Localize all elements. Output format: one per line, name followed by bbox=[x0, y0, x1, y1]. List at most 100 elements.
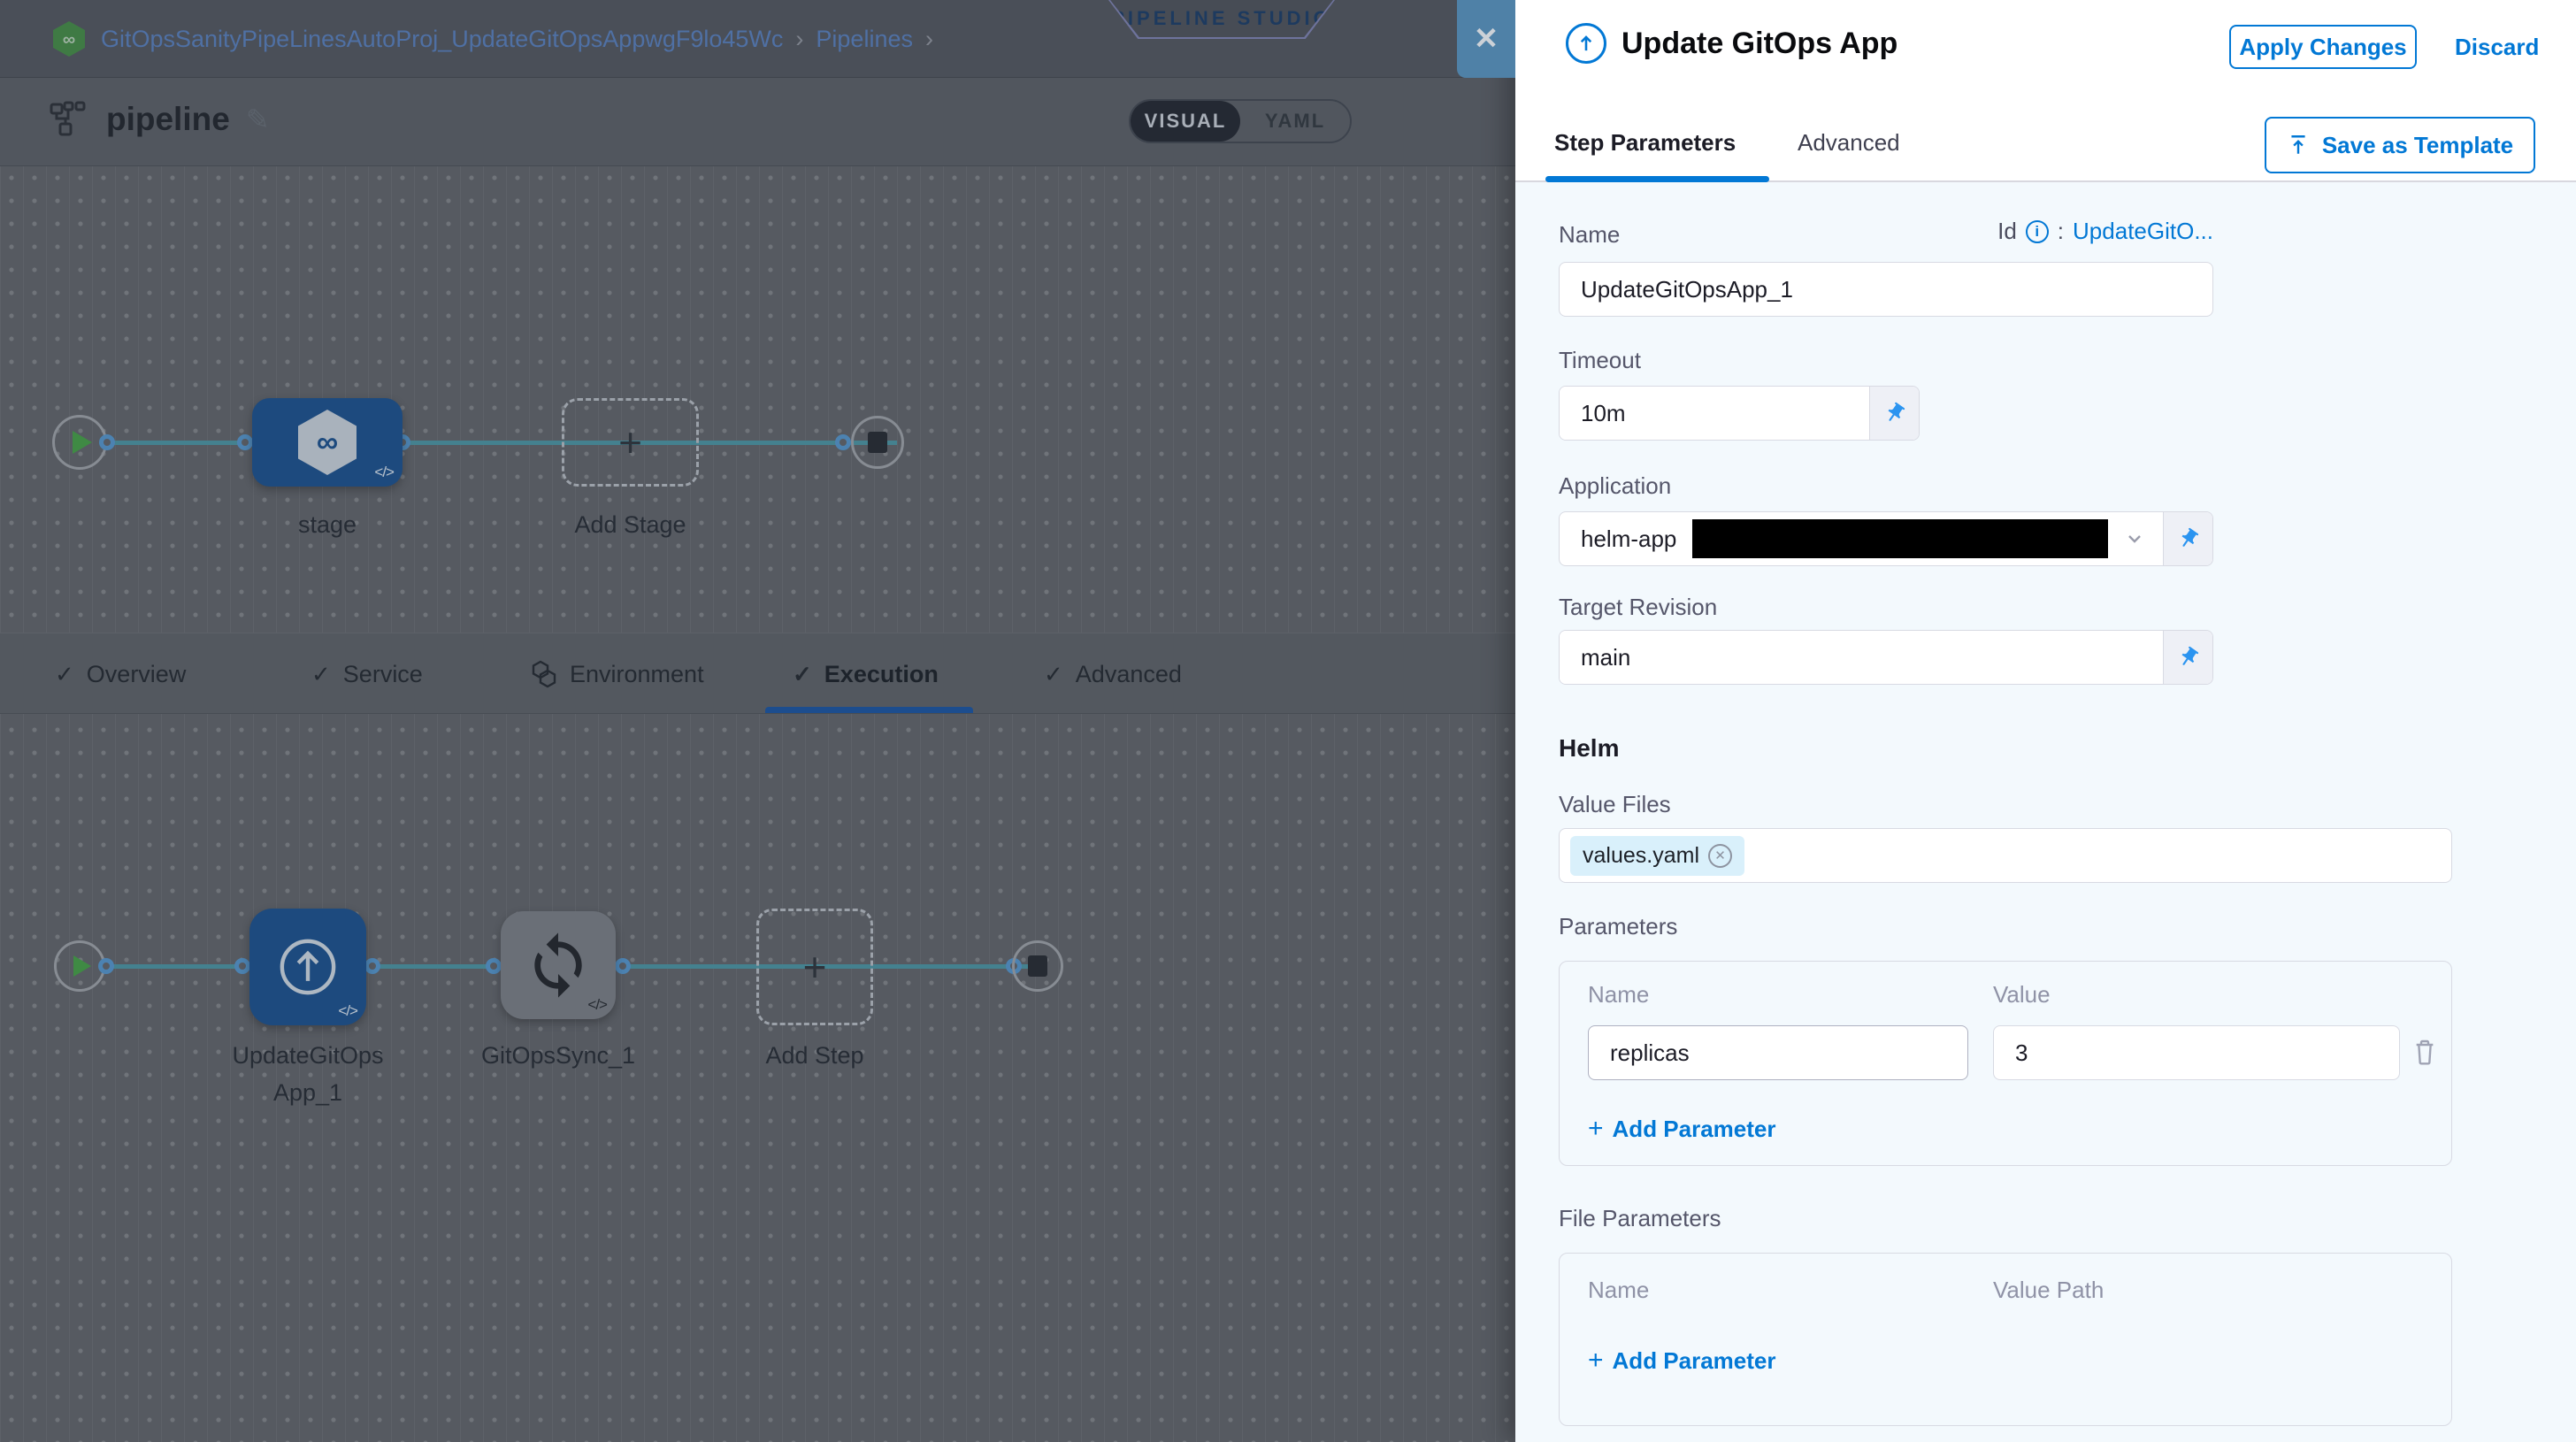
stop-icon bbox=[1028, 955, 1047, 977]
param-name-header: Name bbox=[1588, 981, 1649, 1009]
pipeline-studio-dimmed-area: ∞ GitOpsSanityPipeLinesAutoProj_UpdateGi… bbox=[0, 0, 1515, 1442]
pipeline-flowchart-icon bbox=[50, 101, 90, 138]
tab-advanced[interactable]: ✓ Advanced bbox=[1044, 633, 1182, 715]
tab-environment[interactable]: Environment bbox=[531, 633, 704, 715]
info-icon[interactable]: i bbox=[2026, 220, 2049, 243]
trash-icon bbox=[2411, 1036, 2439, 1068]
chevron-down-icon bbox=[2124, 528, 2145, 549]
pipeline-canvas bbox=[0, 166, 1515, 1442]
tab-step-parameters[interactable]: Step Parameters bbox=[1554, 104, 1736, 180]
plus-icon: + bbox=[1588, 1114, 1604, 1144]
target-revision-input[interactable] bbox=[1560, 631, 2163, 684]
tab-advanced[interactable]: Advanced bbox=[1798, 104, 1900, 180]
parameters-label: Parameters bbox=[1559, 913, 1677, 940]
add-stage-node[interactable]: + bbox=[562, 398, 699, 487]
active-tab-underline bbox=[1545, 176, 1769, 182]
check-icon: ✓ bbox=[311, 661, 331, 688]
check-icon: ✓ bbox=[1044, 661, 1063, 688]
delete-row-button[interactable] bbox=[2411, 1036, 2439, 1068]
active-tab-underline bbox=[765, 707, 973, 713]
yaml-badge-icon: </> bbox=[374, 464, 394, 481]
id-row: Id i : UpdateGitO... bbox=[1997, 218, 2213, 245]
pin-button[interactable] bbox=[1869, 387, 1919, 440]
step-row-end-node[interactable] bbox=[1012, 940, 1063, 992]
edit-pencil-icon[interactable]: ✎ bbox=[246, 103, 270, 136]
fp-name-header: Name bbox=[1588, 1277, 1649, 1304]
toggle-yaml[interactable]: YAML bbox=[1240, 101, 1350, 142]
add-step-node[interactable]: + bbox=[756, 909, 873, 1025]
param-value-input[interactable] bbox=[1993, 1025, 2400, 1080]
add-stage-label: Add Stage bbox=[548, 506, 712, 543]
panel-tabs: Step Parameters Advanced Save as Templat… bbox=[1515, 104, 2576, 182]
visual-yaml-toggle: VISUAL YAML bbox=[1129, 99, 1352, 143]
fp-value-path-header: Value Path bbox=[1993, 1277, 2104, 1304]
plus-icon: + bbox=[618, 418, 642, 466]
application-field: helm-app bbox=[1559, 511, 2213, 566]
breadcrumb: ∞ GitOpsSanityPipeLinesAutoProj_UpdateGi… bbox=[50, 19, 933, 58]
connector-port bbox=[237, 434, 253, 450]
add-parameter-button[interactable]: + Add Parameter bbox=[1588, 1114, 1776, 1144]
value-files-input[interactable]: values.yaml ✕ bbox=[1559, 828, 2452, 883]
play-icon bbox=[73, 955, 91, 977]
pin-button[interactable] bbox=[2163, 512, 2212, 565]
plus-icon: + bbox=[1588, 1346, 1604, 1376]
breadcrumb-pipelines-link[interactable]: Pipelines bbox=[816, 26, 913, 53]
param-name-input[interactable] bbox=[1588, 1025, 1968, 1080]
file-parameters-card: Name Value Path + Add Parameter bbox=[1559, 1253, 2452, 1426]
timeout-label: Timeout bbox=[1559, 347, 1641, 374]
plus-icon: + bbox=[803, 943, 827, 991]
value-file-chip: values.yaml ✕ bbox=[1570, 836, 1744, 876]
stage-tabs-strip: ✓ Overview ✓ Service Environment ✓ Execu… bbox=[0, 633, 1515, 714]
pin-icon bbox=[1878, 397, 1910, 429]
toggle-visual[interactable]: VISUAL bbox=[1131, 101, 1240, 142]
add-step-label: Add Step bbox=[756, 1037, 873, 1074]
apply-changes-button[interactable]: Apply Changes bbox=[2229, 25, 2417, 69]
stage-node[interactable]: ∞ </> bbox=[252, 398, 402, 487]
name-input[interactable] bbox=[1559, 262, 2213, 317]
tab-service[interactable]: ✓ Service bbox=[311, 633, 423, 715]
timeout-input[interactable] bbox=[1560, 387, 1869, 440]
id-value-link[interactable]: UpdateGitO... bbox=[2073, 218, 2213, 245]
breadcrumb-separator: › bbox=[795, 26, 803, 53]
connector-port bbox=[234, 958, 250, 974]
breadcrumb-project-link[interactable]: GitOpsSanityPipeLinesAutoProj_UpdateGitO… bbox=[101, 26, 783, 53]
tab-overview[interactable]: ✓ Overview bbox=[55, 633, 186, 715]
discard-button[interactable]: Discard bbox=[2455, 34, 2539, 61]
breadcrumb-separator: › bbox=[925, 26, 933, 53]
update-step-label: UpdateGitOpsApp_1 bbox=[228, 1037, 387, 1111]
upload-circle-icon bbox=[1566, 23, 1606, 64]
application-label: Application bbox=[1559, 472, 1671, 500]
connector-port bbox=[98, 958, 114, 974]
application-select[interactable]: helm-app bbox=[1560, 512, 2163, 565]
play-icon bbox=[73, 431, 92, 454]
step-parameters-form: Name Id i : UpdateGitO... Timeout Applic… bbox=[1515, 182, 2576, 1442]
timeout-field bbox=[1559, 386, 1920, 441]
pin-icon bbox=[2172, 641, 2204, 673]
connector-port bbox=[486, 958, 502, 974]
step-config-panel: Update GitOps App Apply Changes Discard … bbox=[1515, 0, 2576, 1442]
connector-port bbox=[615, 958, 631, 974]
value-files-label: Value Files bbox=[1559, 791, 1671, 818]
panel-title: Update GitOps App bbox=[1622, 27, 1898, 61]
stop-icon bbox=[868, 432, 887, 453]
update-gitops-app-step-node[interactable]: </> bbox=[249, 909, 366, 1025]
tab-execution[interactable]: ✓ Execution bbox=[793, 633, 939, 715]
gitops-sync-step-node[interactable]: </> bbox=[501, 911, 616, 1019]
target-revision-label: Target Revision bbox=[1559, 594, 1717, 621]
stage-row-end-node[interactable] bbox=[851, 416, 904, 469]
connector-port bbox=[99, 434, 115, 450]
file-parameters-label: File Parameters bbox=[1559, 1205, 1721, 1232]
upload-circle-icon bbox=[274, 933, 341, 1001]
name-label: Name bbox=[1559, 221, 1620, 249]
pin-button[interactable] bbox=[2163, 631, 2212, 684]
close-panel-button[interactable]: ✕ bbox=[1457, 0, 1515, 78]
add-file-parameter-button[interactable]: + Add Parameter bbox=[1588, 1346, 1776, 1376]
remove-chip-icon[interactable]: ✕ bbox=[1708, 844, 1732, 868]
panel-header: Update GitOps App Apply Changes Discard bbox=[1515, 0, 2576, 104]
pipeline-header-bar: pipeline ✎ VISUAL YAML bbox=[0, 78, 1515, 166]
save-as-template-button[interactable]: Save as Template bbox=[2265, 117, 2535, 173]
param-value-header: Value bbox=[1993, 981, 2051, 1009]
yaml-badge-icon: </> bbox=[338, 1002, 357, 1020]
sync-step-label: GitOpsSync_1 bbox=[474, 1037, 642, 1074]
parameters-card: Name Value + Add Parameter bbox=[1559, 961, 2452, 1166]
